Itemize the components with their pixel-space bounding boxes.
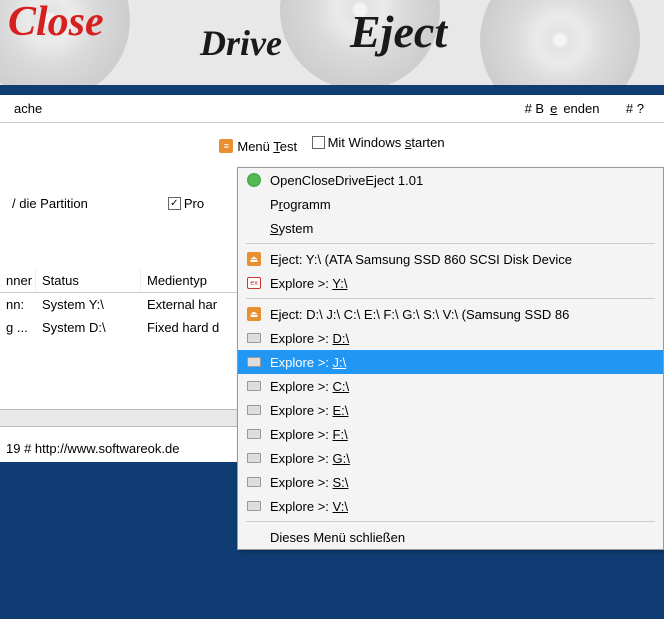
drive-icon — [247, 429, 261, 439]
drive-icon — [247, 381, 261, 391]
menu-separator — [246, 298, 655, 299]
disc-graphic — [480, 0, 640, 85]
logo-eject-text: Eject — [350, 5, 447, 58]
col-header[interactable]: Status — [36, 269, 141, 292]
menu-explore-e[interactable]: Explore >: E:\ — [238, 398, 663, 422]
menu-eject-y[interactable]: ⏏ Eject: Y:\ (ATA Samsung SSD 860 SCSI D… — [238, 247, 663, 271]
tray-context-menu: OpenCloseDriveEject 1.01 Programm System… — [237, 167, 664, 550]
explore-icon: ex — [247, 277, 261, 289]
col-header[interactable]: Medientyp — [141, 269, 246, 292]
checkbox-icon: ✓ — [168, 197, 181, 210]
toolbar: ≡ Menü Test Mit Windows starten — [0, 123, 664, 158]
menu-eject-multi[interactable]: ⏏ Eject: D:\ J:\ C:\ E:\ F:\ G:\ S:\ V:\… — [238, 302, 663, 326]
autostart-checkbox[interactable]: Mit Windows starten — [312, 135, 445, 150]
drive-icon — [247, 333, 261, 343]
menu-close[interactable]: Dieses Menü schließen — [238, 525, 663, 549]
menu-explore-s[interactable]: Explore >: S:\ — [238, 470, 663, 494]
menu-system[interactable]: System — [238, 216, 663, 240]
menu-title: OpenCloseDriveEject 1.01 — [238, 168, 663, 192]
menu-beenden[interactable]: # Beenden — [519, 99, 606, 118]
drive-icon — [247, 477, 261, 487]
menu-help[interactable]: # ? — [620, 99, 650, 118]
logo-drive-text: Drive — [200, 22, 282, 64]
drive-icon — [247, 501, 261, 511]
drive-icon — [247, 405, 261, 415]
menu-explore-d[interactable]: Explore >: D:\ — [238, 326, 663, 350]
menu-explore-c[interactable]: Explore >: C:\ — [238, 374, 663, 398]
menu-icon: ≡ — [219, 139, 233, 153]
drive-icon — [247, 453, 261, 463]
menu-test-link[interactable]: ≡ Menü Test — [219, 139, 297, 154]
eject-icon: ⏏ — [247, 252, 261, 266]
menu-left-fragment[interactable]: ache — [8, 99, 48, 118]
menu-separator — [246, 521, 655, 522]
app-icon — [247, 173, 261, 187]
drive-icon — [247, 357, 261, 367]
menu-explore-y[interactable]: ex Explore >: Y:\ — [238, 271, 663, 295]
logo-close-text: Close — [8, 0, 104, 46]
col-header[interactable]: nner — [0, 269, 36, 292]
menu-explore-g[interactable]: Explore >: G:\ — [238, 446, 663, 470]
pro-checkbox[interactable]: ✓ Pro — [168, 196, 204, 211]
menu-explore-f[interactable]: Explore >: F:\ — [238, 422, 663, 446]
partition-label: / die Partition — [12, 196, 88, 211]
menu-explore-v[interactable]: Explore >: V:\ — [238, 494, 663, 518]
checkbox-icon — [312, 136, 325, 149]
menubar: ache # Beenden # ? — [0, 95, 664, 123]
menu-programm[interactable]: Programm — [238, 192, 663, 216]
eject-icon: ⏏ — [247, 307, 261, 321]
menu-separator — [246, 243, 655, 244]
app-logo-banner: Close Drive Eject — [0, 0, 664, 85]
menu-explore-j[interactable]: Explore >: J:\ — [238, 350, 663, 374]
